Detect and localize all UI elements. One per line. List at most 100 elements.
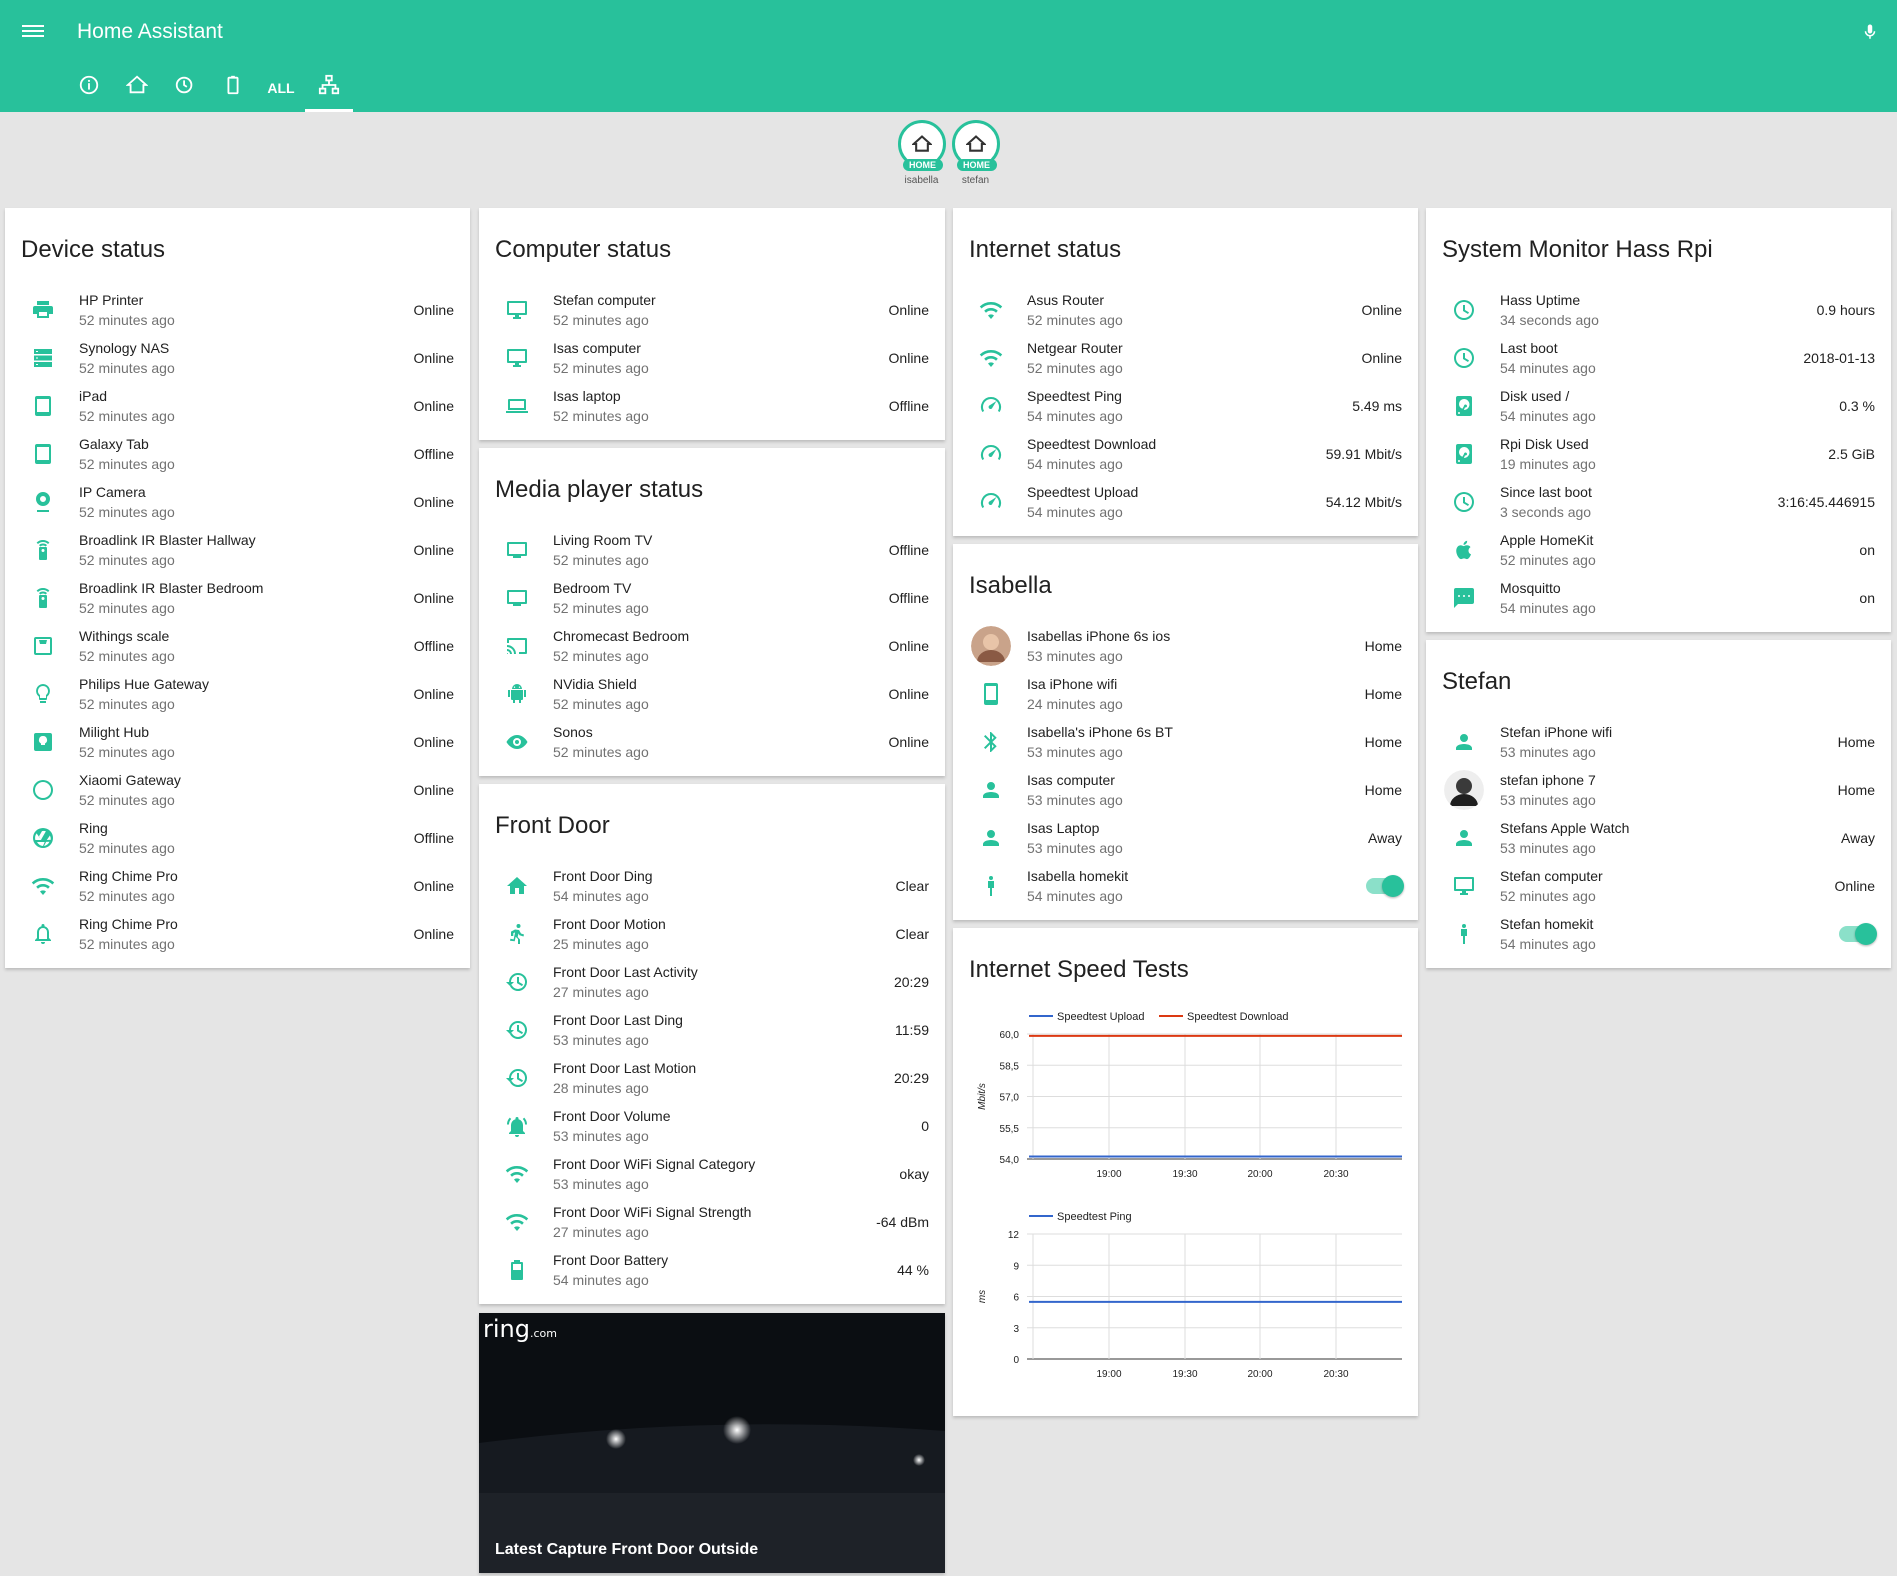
entity-row[interactable]: Isas Laptop 53 minutes ago Away bbox=[953, 814, 1418, 862]
tab-all[interactable]: ALL bbox=[257, 74, 305, 112]
entity-row[interactable]: Disk used / 54 minutes ago 0.3 % bbox=[1426, 382, 1891, 430]
tab-home[interactable] bbox=[113, 74, 161, 112]
entity-row[interactable]: Asus Router 52 minutes ago Online bbox=[953, 286, 1418, 334]
entity-row[interactable]: Synology NAS 52 minutes ago Online bbox=[5, 334, 470, 382]
entity-name: Synology NAS bbox=[79, 340, 170, 356]
entity-row[interactable]: stefan iphone 7 53 minutes ago Home bbox=[1426, 766, 1891, 814]
menu-icon[interactable] bbox=[22, 22, 44, 40]
speedometer-icon bbox=[971, 386, 1011, 426]
entity-row[interactable]: Front Door WiFi Signal Category 53 minute… bbox=[479, 1150, 945, 1198]
entity-state: 2.5 GiB bbox=[1828, 446, 1875, 462]
entity-row[interactable]: Sonos 52 minutes ago Online bbox=[479, 718, 945, 766]
clock-icon bbox=[1444, 482, 1484, 522]
tab-history[interactable] bbox=[161, 74, 209, 112]
microphone-icon[interactable] bbox=[1861, 20, 1879, 49]
camera-feed[interactable]: ring.com Latest Capture Front Door Outsi… bbox=[479, 1313, 945, 1573]
tablet-icon bbox=[23, 386, 63, 426]
entity-text: Living Room TV 52 minutes ago bbox=[553, 530, 889, 570]
apple-icon bbox=[1444, 530, 1484, 570]
entity-row[interactable]: Front Door WiFi Signal Strength 27 minute… bbox=[479, 1198, 945, 1246]
server-icon bbox=[23, 338, 63, 378]
badge-stefan[interactable]: HOME stefan bbox=[951, 120, 1000, 186]
entity-row[interactable]: Since last boot 3 seconds ago 3:16:45.4469… bbox=[1426, 478, 1891, 526]
entity-row[interactable]: Isabella homekit 54 minutes ago bbox=[953, 862, 1418, 910]
entity-row[interactable]: Apple HomeKit 52 minutes ago on bbox=[1426, 526, 1891, 574]
wifi-icon bbox=[971, 338, 1011, 378]
entity-row[interactable]: Philips Hue Gateway 52 minutes ago Online bbox=[5, 670, 470, 718]
entity-row[interactable]: Stefan homekit 54 minutes ago bbox=[1426, 910, 1891, 958]
entity-row[interactable]: Front Door Last Activity 27 minutes ago 20… bbox=[479, 958, 945, 1006]
entity-row[interactable]: Ring 52 minutes ago Offline bbox=[5, 814, 470, 862]
entity-last-changed: 54 minutes ago bbox=[1027, 504, 1123, 520]
entity-row[interactable]: Stefan iPhone wifi 53 minutes ago Home bbox=[1426, 718, 1891, 766]
home-icon bbox=[965, 135, 986, 152]
entity-row[interactable]: Withings scale 52 minutes ago Offline bbox=[5, 622, 470, 670]
entity-last-changed: 34 seconds ago bbox=[1500, 312, 1599, 328]
entity-row[interactable]: Front Door Battery 54 minutes ago 44 % bbox=[479, 1246, 945, 1294]
entity-row[interactable]: HP Printer 52 minutes ago Online bbox=[5, 286, 470, 334]
entity-row[interactable]: Bedroom TV 52 minutes ago Offline bbox=[479, 574, 945, 622]
entity-row[interactable]: Stefan computer 52 minutes ago Online bbox=[1426, 862, 1891, 910]
entity-last-changed: 53 minutes ago bbox=[553, 1176, 649, 1192]
avatar-stefan bbox=[1444, 770, 1484, 810]
entity-state: Offline bbox=[413, 638, 454, 654]
entity-row[interactable]: Ring Chime Pro 52 minutes ago Online bbox=[5, 862, 470, 910]
entity-row[interactable]: Speedtest Ping 54 minutes ago 5.49 ms bbox=[953, 382, 1418, 430]
entity-row[interactable]: Stefan computer 52 minutes ago Online bbox=[479, 286, 945, 334]
entity-row[interactable]: Xiaomi Gateway 52 minutes ago Online bbox=[5, 766, 470, 814]
entity-row[interactable]: Broadlink IR Blaster Hallway 52 minutes a… bbox=[5, 526, 470, 574]
entity-row[interactable]: Speedtest Download 54 minutes ago 59.91 Mb… bbox=[953, 430, 1418, 478]
entity-state: Online bbox=[413, 350, 454, 366]
entity-row[interactable]: Stefans Apple Watch 53 minutes ago Away bbox=[1426, 814, 1891, 862]
entity-name: IP Camera bbox=[79, 484, 146, 500]
toggle-switch[interactable] bbox=[1366, 875, 1404, 897]
entity-row[interactable]: Hass Uptime 34 seconds ago 0.9 hours bbox=[1426, 286, 1891, 334]
entity-state: 59.91 Mbit/s bbox=[1325, 446, 1402, 462]
entity-row[interactable]: Isas computer 53 minutes ago Home bbox=[953, 766, 1418, 814]
speed-chart[interactable]: Speedtest Upload Speedtest Download 60,0 58… bbox=[969, 1000, 1402, 1205]
entity-last-changed: 53 minutes ago bbox=[1500, 840, 1596, 856]
entity-row[interactable]: Chromecast Bedroom 52 minutes ago Online bbox=[479, 622, 945, 670]
entity-row[interactable]: Mosquitto 54 minutes ago on bbox=[1426, 574, 1891, 622]
entity-row[interactable]: Isas laptop 52 minutes ago Offline bbox=[479, 382, 945, 430]
entity-row[interactable]: Broadlink IR Blaster Bedroom 52 minutes a… bbox=[5, 574, 470, 622]
entity-last-changed: 52 minutes ago bbox=[79, 456, 175, 472]
tab-info[interactable] bbox=[65, 74, 113, 112]
badge-isabella[interactable]: HOME isabella bbox=[897, 120, 946, 186]
tab-network[interactable] bbox=[305, 74, 353, 112]
tab-battery[interactable] bbox=[209, 74, 257, 112]
toggle-switch[interactable] bbox=[1839, 923, 1877, 945]
entity-row[interactable]: Living Room TV 52 minutes ago Offline bbox=[479, 526, 945, 574]
entity-row[interactable]: IP Camera 52 minutes ago Online bbox=[5, 478, 470, 526]
entity-row[interactable]: Netgear Router 52 minutes ago Online bbox=[953, 334, 1418, 382]
entity-row[interactable]: Galaxy Tab 52 minutes ago Offline bbox=[5, 430, 470, 478]
ping-chart[interactable]: Speedtest Ping 12 9 6 3 0 19:00 19:30 20:00 20:30… bbox=[969, 1200, 1402, 1400]
entity-row[interactable]: Front Door Last Ding 53 minutes ago 11:59 bbox=[479, 1006, 945, 1054]
entity-state: Online bbox=[888, 734, 929, 750]
entity-row[interactable]: Ring Chime Pro 52 minutes ago Online bbox=[5, 910, 470, 958]
entity-row[interactable]: Front Door Volume 53 minutes ago 0 bbox=[479, 1102, 945, 1150]
entity-text: Philips Hue Gateway 52 minutes ago bbox=[79, 674, 414, 714]
entity-name: Speedtest Upload bbox=[1027, 484, 1139, 500]
entity-row[interactable]: NVidia Shield 52 minutes ago Online bbox=[479, 670, 945, 718]
entity-row[interactable]: Front Door Motion 25 minutes ago Clear bbox=[479, 910, 945, 958]
entity-row[interactable]: Isa iPhone wifi 24 minutes ago Home bbox=[953, 670, 1418, 718]
entity-row[interactable]: Front Door Last Motion 28 minutes ago 20:2… bbox=[479, 1054, 945, 1102]
entity-row[interactable]: Isas computer 52 minutes ago Online bbox=[479, 334, 945, 382]
harddisk-icon bbox=[1444, 434, 1484, 474]
history-icon bbox=[497, 1010, 537, 1050]
entity-row[interactable]: iPad 52 minutes ago Online bbox=[5, 382, 470, 430]
entity-row[interactable]: Speedtest Upload 54 minutes ago 54.12 Mbit… bbox=[953, 478, 1418, 526]
entity-row[interactable]: Last boot 54 minutes ago 2018-01-13 bbox=[1426, 334, 1891, 382]
entity-last-changed: 52 minutes ago bbox=[79, 408, 175, 424]
entity-text: Stefan homekit 54 minutes ago bbox=[1500, 914, 1839, 954]
entity-row[interactable]: Isabella's iPhone 6s BT 53 minutes ago Hom… bbox=[953, 718, 1418, 766]
entity-row[interactable]: Front Door Ding 54 minutes ago Clear bbox=[479, 862, 945, 910]
entity-row[interactable]: Rpi Disk Used 19 minutes ago 2.5 GiB bbox=[1426, 430, 1891, 478]
battery-icon bbox=[227, 75, 239, 95]
remote-icon bbox=[23, 578, 63, 618]
entity-row[interactable]: Isabellas iPhone 6s ios 53 minutes ago Hom… bbox=[953, 622, 1418, 670]
entity-state: Home bbox=[1364, 686, 1402, 702]
entity-state: Home bbox=[1364, 638, 1402, 654]
entity-row[interactable]: Milight Hub 52 minutes ago Online bbox=[5, 718, 470, 766]
